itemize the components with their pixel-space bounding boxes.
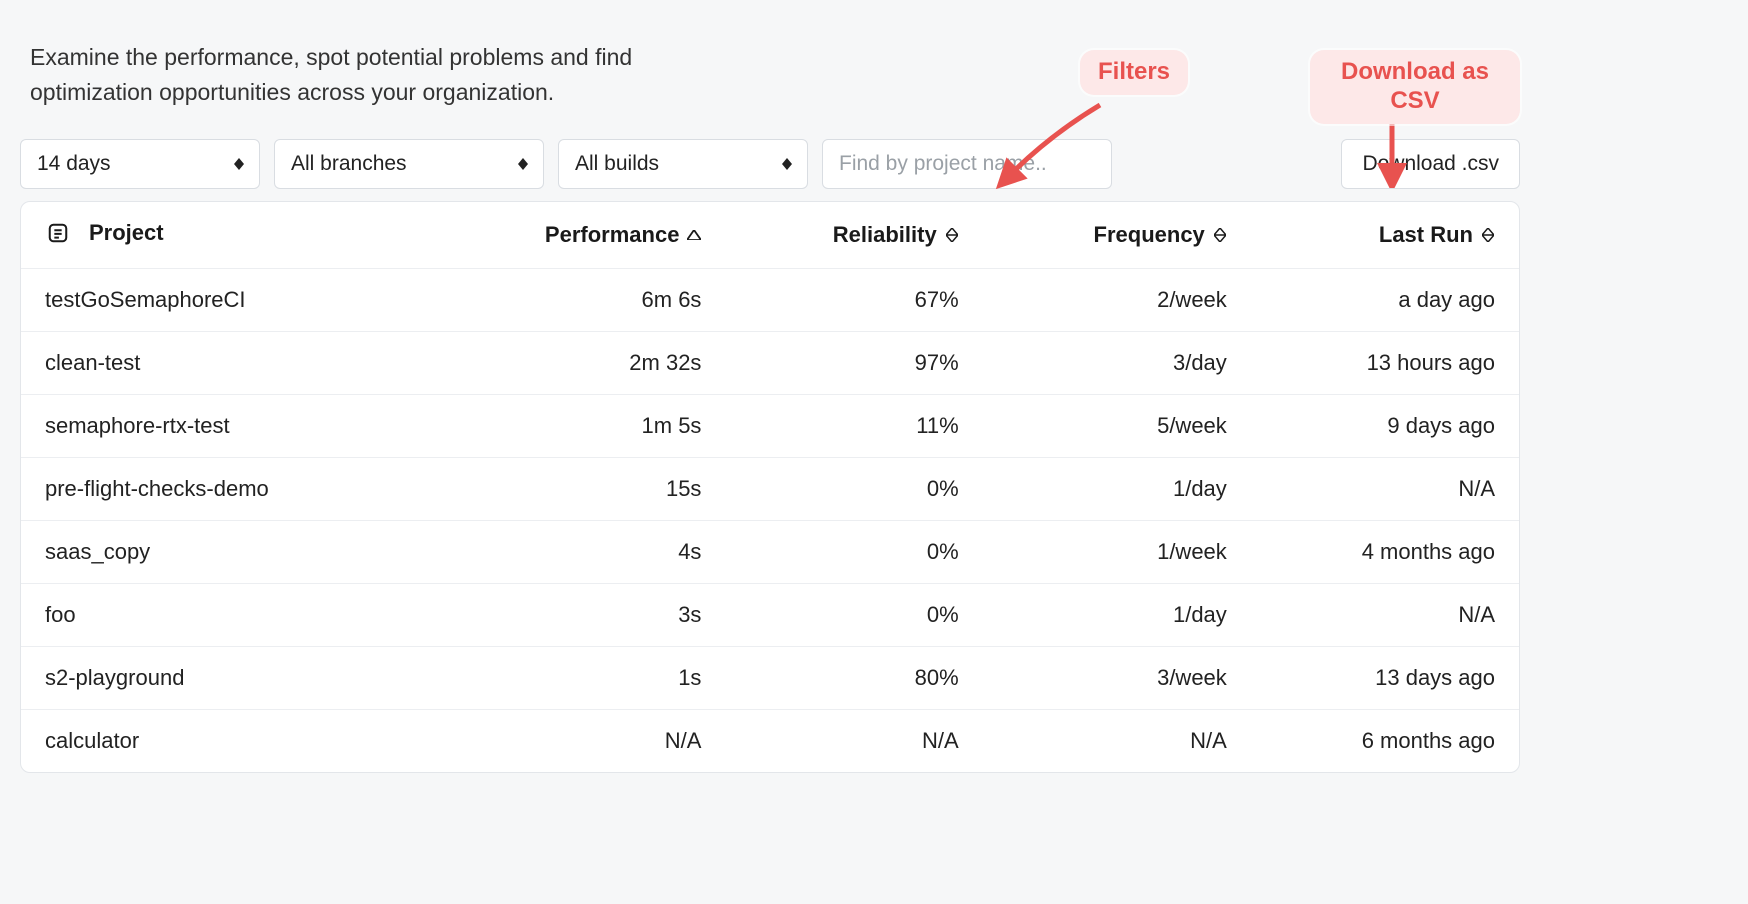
col-last-run[interactable]: Last Run	[1251, 202, 1519, 269]
table-row[interactable]: calculatorN/AN/AN/A6 months ago	[21, 710, 1519, 773]
table-row[interactable]: clean-test2m 32s97%3/day13 hours ago	[21, 332, 1519, 395]
cell-reliability: N/A	[725, 710, 982, 773]
cell-project: testGoSemaphoreCI	[21, 269, 423, 332]
download-csv-button[interactable]: Download .csv	[1341, 139, 1520, 189]
chevron-updown-icon	[517, 155, 529, 173]
cell-performance: 4s	[423, 521, 726, 584]
page-description: Examine the performance, spot potential …	[30, 40, 730, 109]
col-performance[interactable]: Performance	[423, 202, 726, 269]
cell-last-run: N/A	[1251, 584, 1519, 647]
cell-last-run: 4 months ago	[1251, 521, 1519, 584]
col-frequency[interactable]: Frequency	[983, 202, 1251, 269]
col-performance-label: Performance	[545, 222, 680, 248]
cell-performance: 1s	[423, 647, 726, 710]
col-reliability[interactable]: Reliability	[725, 202, 982, 269]
cell-project: calculator	[21, 710, 423, 773]
chevron-updown-icon	[781, 155, 793, 173]
time-range-select[interactable]: 14 days	[20, 139, 260, 189]
branches-select[interactable]: All branches	[274, 139, 544, 189]
time-range-value: 14 days	[37, 152, 111, 176]
callout-download: Download as CSV	[1310, 50, 1520, 124]
chevron-updown-icon	[233, 155, 245, 173]
col-frequency-label: Frequency	[1094, 222, 1205, 248]
cell-reliability: 0%	[725, 521, 982, 584]
builds-value: All builds	[575, 152, 659, 176]
sort-updown-icon	[1213, 225, 1227, 245]
sort-asc-icon	[687, 225, 701, 245]
cell-frequency: 1/week	[983, 521, 1251, 584]
cell-performance: 1m 5s	[423, 395, 726, 458]
sort-updown-icon	[1481, 225, 1495, 245]
cell-last-run: 6 months ago	[1251, 710, 1519, 773]
cell-frequency: 5/week	[983, 395, 1251, 458]
table-row[interactable]: semaphore-rtx-test1m 5s11%5/week9 days a…	[21, 395, 1519, 458]
cell-performance: N/A	[423, 710, 726, 773]
project-icon	[45, 220, 71, 246]
table-row[interactable]: s2-playground1s80%3/week13 days ago	[21, 647, 1519, 710]
download-csv-label: Download .csv	[1362, 152, 1499, 176]
cell-project: semaphore-rtx-test	[21, 395, 423, 458]
cell-last-run: 13 hours ago	[1251, 332, 1519, 395]
cell-project: pre-flight-checks-demo	[21, 458, 423, 521]
projects-table: Project Performance Reliabili	[20, 201, 1520, 773]
cell-reliability: 0%	[725, 458, 982, 521]
table-row[interactable]: saas_copy4s0%1/week4 months ago	[21, 521, 1519, 584]
cell-frequency: 1/day	[983, 458, 1251, 521]
cell-project: saas_copy	[21, 521, 423, 584]
sort-updown-icon	[945, 225, 959, 245]
cell-reliability: 80%	[725, 647, 982, 710]
cell-frequency: 1/day	[983, 584, 1251, 647]
cell-performance: 2m 32s	[423, 332, 726, 395]
col-last-run-label: Last Run	[1379, 222, 1473, 248]
cell-last-run: N/A	[1251, 458, 1519, 521]
cell-reliability: 0%	[725, 584, 982, 647]
builds-select[interactable]: All builds	[558, 139, 808, 189]
table-row[interactable]: testGoSemaphoreCI6m 6s67%2/weeka day ago	[21, 269, 1519, 332]
cell-reliability: 11%	[725, 395, 982, 458]
cell-project: foo	[21, 584, 423, 647]
col-reliability-label: Reliability	[833, 222, 937, 248]
cell-frequency: 2/week	[983, 269, 1251, 332]
cell-project: clean-test	[21, 332, 423, 395]
cell-performance: 15s	[423, 458, 726, 521]
cell-performance: 6m 6s	[423, 269, 726, 332]
cell-last-run: 9 days ago	[1251, 395, 1519, 458]
cell-reliability: 67%	[725, 269, 982, 332]
filter-bar: 14 days All branches All builds Download…	[20, 139, 1520, 189]
cell-last-run: a day ago	[1251, 269, 1519, 332]
table-row[interactable]: pre-flight-checks-demo15s0%1/dayN/A	[21, 458, 1519, 521]
cell-frequency: N/A	[983, 710, 1251, 773]
cell-last-run: 13 days ago	[1251, 647, 1519, 710]
col-project[interactable]: Project	[21, 202, 423, 269]
cell-project: s2-playground	[21, 647, 423, 710]
cell-frequency: 3/day	[983, 332, 1251, 395]
table-row[interactable]: foo3s0%1/dayN/A	[21, 584, 1519, 647]
callout-filters: Filters	[1080, 50, 1188, 95]
cell-performance: 3s	[423, 584, 726, 647]
cell-reliability: 97%	[725, 332, 982, 395]
branches-value: All branches	[291, 152, 407, 176]
col-project-label: Project	[89, 220, 164, 246]
search-input[interactable]	[822, 139, 1112, 189]
cell-frequency: 3/week	[983, 647, 1251, 710]
